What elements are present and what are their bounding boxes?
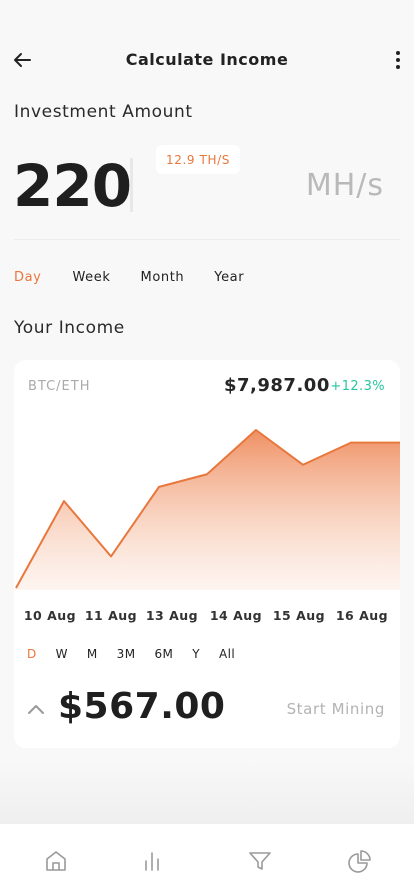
x-tick-label: 14 Aug xyxy=(209,608,263,623)
trading-pair: BTC/ETH xyxy=(28,379,91,394)
x-tick-label: 16 Aug xyxy=(335,608,389,623)
start-mining-button[interactable]: Start Mining xyxy=(287,700,385,718)
range-w[interactable]: W xyxy=(56,647,68,661)
filter-icon[interactable] xyxy=(247,848,273,874)
bottom-fade xyxy=(0,760,414,824)
x-tick-label: 10 Aug xyxy=(23,608,77,623)
x-axis: 10 Aug 11 Aug 13 Aug 14 Aug 15 Aug 16 Au… xyxy=(14,608,400,628)
hashrate-badge: 12.9 TH/S xyxy=(156,145,240,174)
app-header: Calculate Income xyxy=(0,40,414,80)
income-value: $567.00 xyxy=(58,686,226,727)
period-tabs: Day Week Month Year xyxy=(14,270,274,285)
price-value: $7,987.00 xyxy=(224,375,330,396)
investment-amount-input[interactable]: 220 xyxy=(13,150,132,222)
income-card: BTC/ETH $7,987.00 +12.3% 10 Aug 11 Aug 1… xyxy=(14,360,400,748)
bottom-nav xyxy=(0,824,414,896)
bar-chart-icon[interactable] xyxy=(139,848,165,874)
x-tick-label: 13 Aug xyxy=(145,608,199,623)
range-all[interactable]: All xyxy=(219,647,235,661)
more-vertical-icon[interactable] xyxy=(392,48,404,72)
text-cursor xyxy=(130,158,133,212)
tab-month[interactable]: Month xyxy=(141,270,185,285)
x-tick-label: 11 Aug xyxy=(84,608,138,623)
price-change: +12.3% xyxy=(330,379,385,394)
divider xyxy=(14,239,400,240)
range-m[interactable]: M xyxy=(87,647,98,661)
x-tick-label: 15 Aug xyxy=(272,608,326,623)
tab-week[interactable]: Week xyxy=(72,270,110,285)
page-title: Calculate Income xyxy=(125,50,289,69)
range-selector: D W M 3M 6M Y All xyxy=(27,647,254,661)
home-icon[interactable] xyxy=(43,848,69,874)
tab-day[interactable]: Day xyxy=(14,270,41,285)
income-label: Your Income xyxy=(14,318,125,338)
chevron-up-icon[interactable] xyxy=(26,700,46,720)
unit-label: MH/s xyxy=(305,168,384,203)
range-d[interactable]: D xyxy=(27,647,37,661)
range-y[interactable]: Y xyxy=(192,647,200,661)
tab-year[interactable]: Year xyxy=(214,270,244,285)
investment-label: Investment Amount xyxy=(14,102,193,122)
pie-chart-icon[interactable] xyxy=(347,848,373,874)
income-chart xyxy=(14,429,400,590)
range-3m[interactable]: 3M xyxy=(117,647,136,661)
range-6m[interactable]: 6M xyxy=(154,647,173,661)
